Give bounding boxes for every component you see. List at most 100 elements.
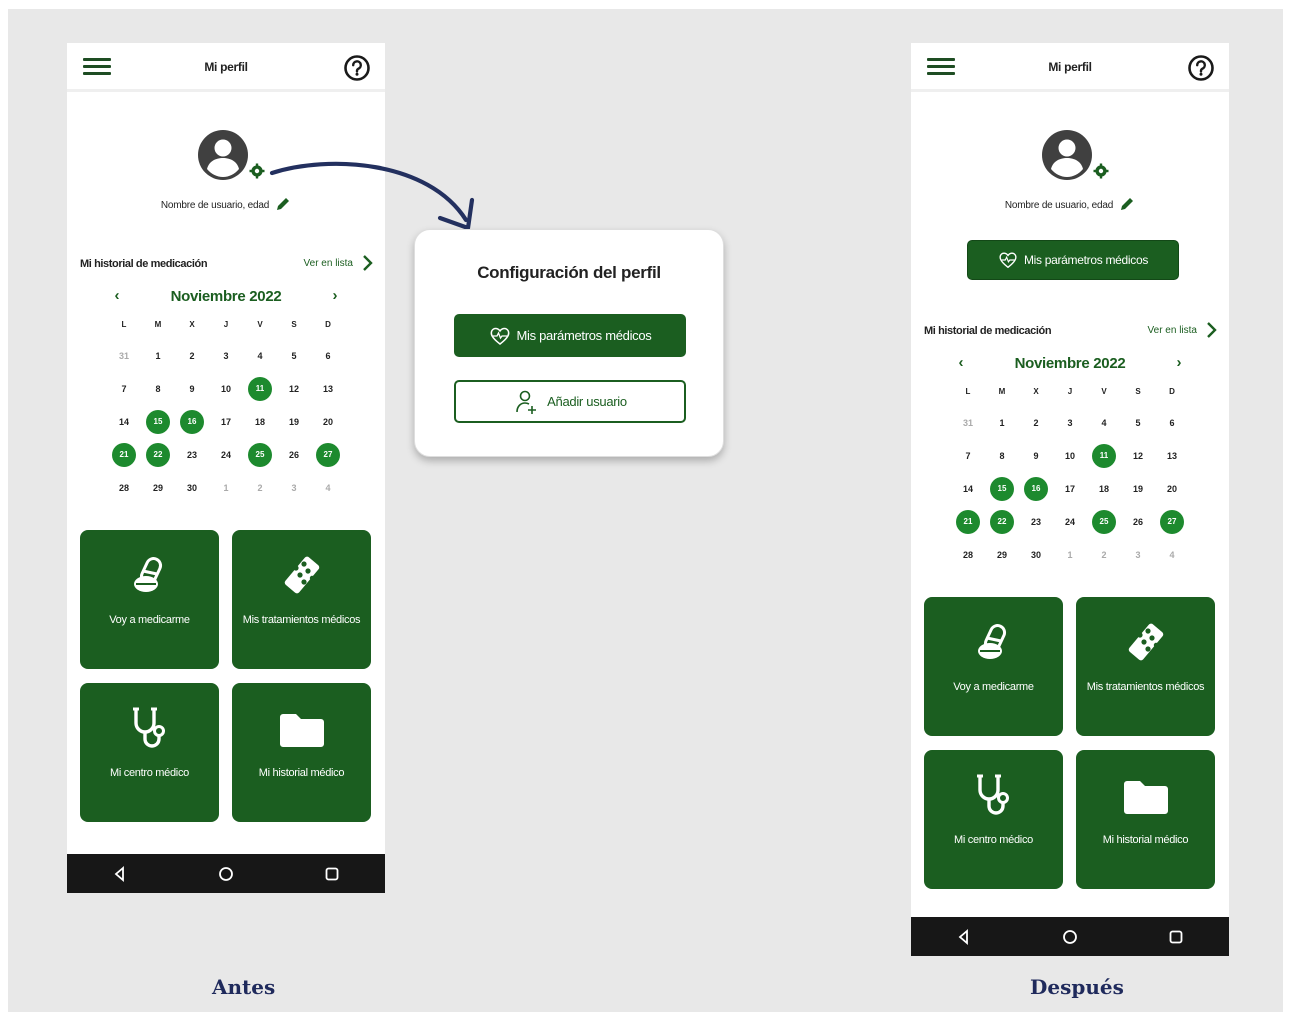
calendar-day[interactable]: 18 — [243, 405, 277, 438]
calendar-day[interactable]: 13 — [311, 372, 345, 405]
calendar-day[interactable]: 1 — [1053, 538, 1087, 571]
calendar-day[interactable]: 12 — [1121, 439, 1155, 472]
calendar-day[interactable]: 17 — [209, 405, 243, 438]
calendar-day-medicated[interactable]: 16 — [175, 405, 209, 438]
tile-mi-historial-medico[interactable]: Mi historial médico — [1076, 750, 1215, 889]
calendar-day-medicated[interactable]: 22 — [141, 438, 175, 471]
calendar-day[interactable]: 4 — [1155, 538, 1189, 571]
calendar-day[interactable]: 1 — [985, 406, 1019, 439]
calendar-day-medicated[interactable]: 25 — [1087, 505, 1121, 538]
calendar-day[interactable]: 30 — [1019, 538, 1053, 571]
calendar-day[interactable]: 6 — [311, 339, 345, 372]
calendar-day-medicated[interactable]: 16 — [1019, 472, 1053, 505]
calendar-day[interactable]: 20 — [311, 405, 345, 438]
tile-mis-tratamientos[interactable]: Mis tratamientos médicos — [232, 530, 371, 669]
calendar-day[interactable]: 17 — [1053, 472, 1087, 505]
medical-parameters-button[interactable]: Mis parámetros médicos — [454, 314, 686, 357]
calendar-day[interactable]: 4 — [1087, 406, 1121, 439]
home-circle-icon[interactable] — [218, 866, 234, 882]
calendar-day-medicated[interactable]: 27 — [1155, 505, 1189, 538]
calendar-day[interactable]: 3 — [277, 471, 311, 504]
calendar-day[interactable]: 28 — [951, 538, 985, 571]
calendar-day[interactable]: 1 — [141, 339, 175, 372]
calendar-day-medicated[interactable]: 22 — [985, 505, 1019, 538]
calendar-day[interactable]: 23 — [1019, 505, 1053, 538]
calendar-day[interactable]: 10 — [1053, 439, 1087, 472]
calendar-day[interactable]: 9 — [1019, 439, 1053, 472]
calendar-next-button[interactable]: › — [325, 287, 345, 307]
calendar-day[interactable]: 24 — [1053, 505, 1087, 538]
calendar-day[interactable]: 18 — [1087, 472, 1121, 505]
calendar-day[interactable]: 6 — [1155, 406, 1189, 439]
tile-mi-centro-medico[interactable]: Mi centro médico — [924, 750, 1063, 889]
calendar-day[interactable]: 7 — [107, 372, 141, 405]
calendar-day[interactable]: 4 — [243, 339, 277, 372]
calendar-day-medicated[interactable]: 15 — [985, 472, 1019, 505]
pencil-icon[interactable] — [1119, 196, 1135, 212]
calendar-day[interactable]: 12 — [277, 372, 311, 405]
tile-mi-centro-medico[interactable]: Mi centro médico — [80, 683, 219, 822]
calendar-day-medicated[interactable]: 11 — [243, 372, 277, 405]
calendar-day[interactable]: 2 — [175, 339, 209, 372]
calendar-day[interactable]: 10 — [209, 372, 243, 405]
help-icon[interactable] — [343, 54, 371, 82]
calendar-day[interactable]: 8 — [985, 439, 1019, 472]
calendar-day[interactable]: 2 — [1019, 406, 1053, 439]
calendar-next-button[interactable]: › — [1169, 354, 1189, 374]
calendar-day[interactable]: 31 — [107, 339, 141, 372]
calendar-day[interactable]: 7 — [951, 439, 985, 472]
calendar-day[interactable]: 3 — [1053, 406, 1087, 439]
calendar-day[interactable]: 2 — [1087, 538, 1121, 571]
calendar-day[interactable]: 28 — [107, 471, 141, 504]
calendar-day[interactable]: 4 — [311, 471, 345, 504]
view-list-link[interactable]: Ver en lista — [1148, 321, 1217, 339]
calendar-day[interactable]: 29 — [141, 471, 175, 504]
calendar-day-medicated[interactable]: 11 — [1087, 439, 1121, 472]
calendar-day[interactable]: 29 — [985, 538, 1019, 571]
calendar-day-medicated[interactable]: 15 — [141, 405, 175, 438]
medical-parameters-button[interactable]: Mis parámetros médicos — [967, 240, 1179, 280]
calendar-day[interactable]: 26 — [277, 438, 311, 471]
medication-history-title: Mi historial de medicación — [80, 258, 208, 270]
calendar-day[interactable]: 23 — [175, 438, 209, 471]
gear-icon[interactable] — [1093, 163, 1109, 179]
recent-square-icon[interactable] — [1168, 929, 1184, 945]
calendar-day-medicated[interactable]: 27 — [311, 438, 345, 471]
back-triangle-icon[interactable] — [956, 929, 972, 945]
recent-square-icon[interactable] — [324, 866, 340, 882]
calendar-day[interactable]: 3 — [209, 339, 243, 372]
calendar-day[interactable]: 31 — [951, 406, 985, 439]
tile-mis-tratamientos[interactable]: Mis tratamientos médicos — [1076, 597, 1215, 736]
tile-voy-a-medicarme[interactable]: Voy a medicarme — [924, 597, 1063, 736]
user-avatar-icon[interactable] — [1041, 129, 1093, 181]
calendar-day[interactable]: 13 — [1155, 439, 1189, 472]
calendar-grid: 31 1 2 3 4 5 6 7 8 9 10 11 12 13 14 15 16 17 18 19 20 21 22 23 2… — [951, 406, 1189, 571]
calendar-day[interactable]: 5 — [1121, 406, 1155, 439]
calendar-day[interactable]: 2 — [243, 471, 277, 504]
calendar-day[interactable]: 30 — [175, 471, 209, 504]
add-user-button[interactable]: Añadir usuario — [454, 380, 686, 423]
tile-voy-a-medicarme[interactable]: Voy a medicarme — [80, 530, 219, 669]
calendar-day[interactable]: 14 — [107, 405, 141, 438]
tile-mi-historial-medico[interactable]: Mi historial médico — [232, 683, 371, 822]
calendar-day[interactable]: 5 — [277, 339, 311, 372]
calendar-day-medicated[interactable]: 21 — [951, 505, 985, 538]
calendar-day[interactable]: 1 — [209, 471, 243, 504]
user-avatar-icon[interactable] — [197, 129, 249, 181]
calendar-day[interactable]: 19 — [277, 405, 311, 438]
calendar-day[interactable]: 24 — [209, 438, 243, 471]
calendar-day[interactable]: 26 — [1121, 505, 1155, 538]
home-circle-icon[interactable] — [1062, 929, 1078, 945]
calendar-day[interactable]: 14 — [951, 472, 985, 505]
help-icon[interactable] — [1187, 54, 1215, 82]
calendar-day[interactable]: 19 — [1121, 472, 1155, 505]
calendar-day-medicated[interactable]: 21 — [107, 438, 141, 471]
view-list-link[interactable]: Ver en lista — [304, 254, 373, 272]
calendar-day-medicated[interactable]: 25 — [243, 438, 277, 471]
gear-icon[interactable] — [249, 163, 265, 179]
calendar-day[interactable]: 3 — [1121, 538, 1155, 571]
calendar-day[interactable]: 8 — [141, 372, 175, 405]
back-triangle-icon[interactable] — [112, 866, 128, 882]
calendar-day[interactable]: 9 — [175, 372, 209, 405]
calendar-day[interactable]: 20 — [1155, 472, 1189, 505]
